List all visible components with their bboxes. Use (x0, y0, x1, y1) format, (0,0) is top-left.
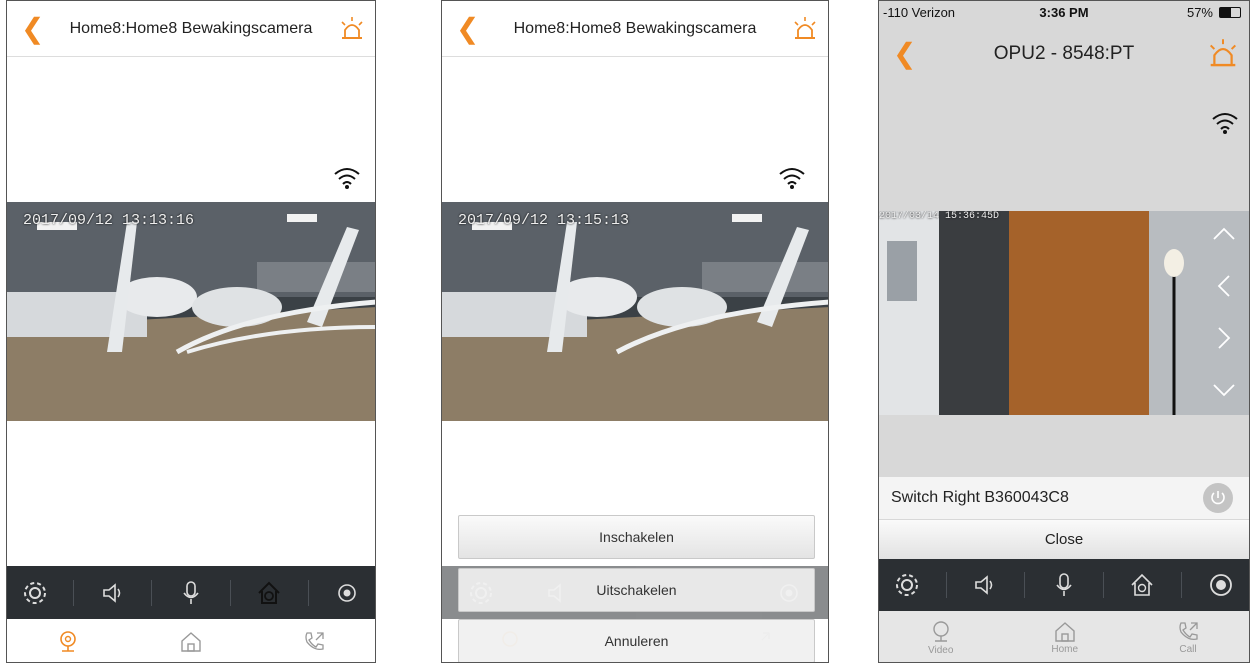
tab-bar: Video Home Call (879, 611, 1249, 662)
screen-camera-view: ❮ Home8:Home8 Bewakingscamera 2017/09/12… (6, 0, 376, 663)
microphone-icon[interactable] (174, 576, 208, 610)
tab-home[interactable]: Home (1051, 620, 1078, 655)
screen-pt-camera: -110 Verizon 3:36 PM 57% ❮ OPU2 - 8548:P… (878, 0, 1250, 663)
tab-call-icon[interactable] (302, 630, 326, 654)
home-arm-icon[interactable] (252, 576, 286, 610)
nav-bar: ❮ Home8:Home8 Bewakingscamera (442, 9, 828, 49)
battery-icon (1219, 7, 1241, 18)
alarm-siren-icon[interactable] (339, 16, 365, 42)
home-arm-icon[interactable] (1125, 568, 1159, 602)
camera-frame-image (442, 202, 828, 421)
tab-call-label: Call (1179, 644, 1197, 655)
nav-bar: ❮ OPU2 - 8548:PT (879, 29, 1249, 79)
video-timestamp: 2017/09/12 13:13:16 (23, 212, 195, 229)
camera-video-feed[interactable]: 2017/03/14 15:36:45D (879, 211, 1249, 415)
camera-frame-image (879, 211, 1249, 415)
page-title: Home8:Home8 Bewakingscamera (69, 20, 313, 37)
back-chevron-icon[interactable]: ❮ (893, 40, 916, 68)
camera-video-feed[interactable]: 2017/09/12 13:13:16 (7, 202, 375, 421)
pan-up-icon[interactable] (1211, 221, 1237, 247)
wifi-signal-icon (1212, 113, 1238, 134)
tab-home-label: Home (1051, 644, 1079, 655)
page-title: OPU2 - 8548:PT (993, 43, 1135, 64)
switch-label: Switch Right B360043C8 (891, 489, 1069, 506)
video-timestamp: 2017/03/14 15:36:45D (879, 211, 1000, 222)
back-chevron-icon[interactable]: ❮ (456, 15, 479, 43)
pan-right-icon[interactable] (1211, 325, 1237, 351)
alarm-siren-icon[interactable] (792, 16, 818, 42)
tab-video[interactable]: Video (928, 619, 953, 656)
power-toggle-icon[interactable] (1203, 483, 1233, 513)
record-icon[interactable] (1204, 568, 1238, 602)
settings-gear-icon[interactable] (18, 576, 52, 610)
cancel-button[interactable]: Annuleren (458, 619, 815, 662)
microphone-icon[interactable] (1047, 568, 1081, 602)
wifi-signal-icon (334, 168, 360, 189)
tab-home-icon[interactable] (179, 630, 203, 654)
switch-row: Switch Right B360043C8 (879, 477, 1249, 519)
pan-down-icon[interactable] (1211, 377, 1237, 403)
tab-bar (7, 619, 375, 662)
disable-button[interactable]: Uitschakelen (458, 568, 815, 612)
close-button[interactable]: Close (879, 520, 1249, 559)
camera-control-bar (7, 566, 375, 619)
speaker-icon[interactable] (96, 576, 130, 610)
ios-status-bar: -110 Verizon 3:36 PM 57% (879, 1, 1249, 23)
page-title: Home8:Home8 Bewakingscamera (513, 20, 757, 37)
enable-button[interactable]: Inschakelen (458, 515, 815, 559)
settings-gear-icon[interactable] (890, 568, 924, 602)
record-icon[interactable] (330, 576, 364, 610)
nav-bar: ❮ Home8:Home8 Bewakingscamera (7, 9, 375, 49)
camera-video-feed[interactable]: 2017/09/12 13:15:13 (442, 202, 828, 421)
tab-call[interactable]: Call (1176, 620, 1200, 655)
pan-left-icon[interactable] (1211, 273, 1237, 299)
video-timestamp: 2017/09/12 13:15:13 (458, 212, 630, 229)
battery-label: 57% (1186, 5, 1213, 20)
wifi-signal-icon (779, 168, 805, 189)
back-chevron-icon[interactable]: ❮ (21, 15, 44, 43)
speaker-icon[interactable] (968, 568, 1002, 602)
camera-control-bar (879, 559, 1249, 611)
camera-frame-image (7, 202, 375, 421)
alarm-siren-icon[interactable] (1207, 38, 1239, 70)
tab-video-label: Video (927, 645, 954, 656)
tab-camera-icon[interactable] (56, 629, 80, 655)
screen-arm-sheet: ❮ Home8:Home8 Bewakingscamera 2017/09/12… (441, 0, 829, 663)
